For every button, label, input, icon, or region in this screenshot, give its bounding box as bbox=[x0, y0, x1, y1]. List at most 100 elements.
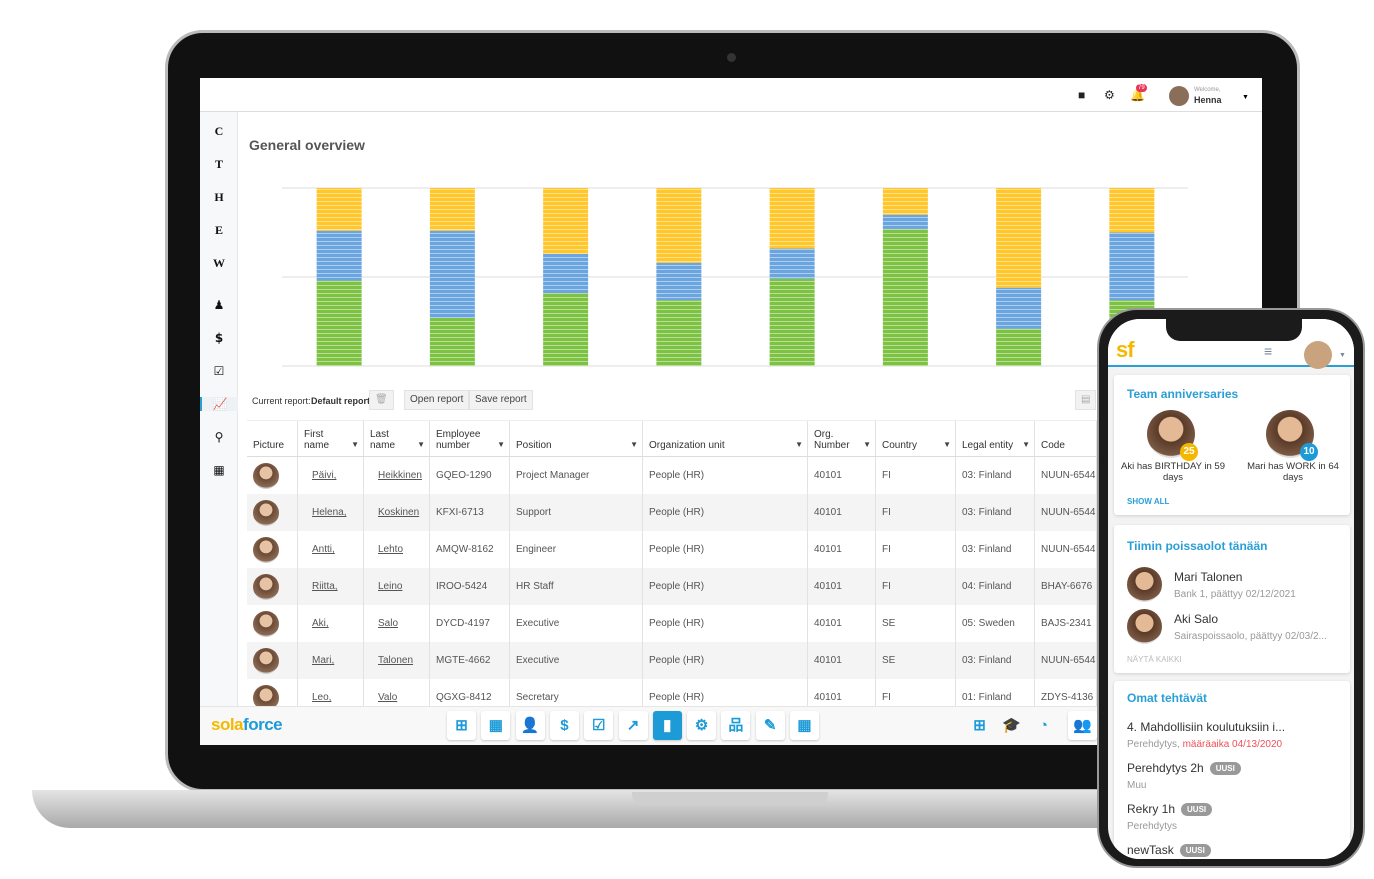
bar-segment-yellow[interactable] bbox=[429, 188, 475, 231]
filter-icon[interactable]: ▼ bbox=[497, 439, 505, 450]
org-chart-icon[interactable]: ⚲ bbox=[200, 430, 238, 444]
bar-segment-green[interactable] bbox=[543, 293, 589, 366]
column-header[interactable]: Picture bbox=[247, 421, 298, 456]
checkbox-icon[interactable]: ☑ bbox=[584, 711, 614, 740]
years-badge: 25 bbox=[1180, 443, 1198, 461]
years-badge: 10 bbox=[1300, 443, 1318, 461]
bar-segment-blue[interactable] bbox=[429, 230, 475, 318]
dashboard-add-icon[interactable]: ⊞ bbox=[447, 711, 476, 740]
bar-segment-green[interactable] bbox=[769, 278, 815, 366]
column-header[interactable]: Position ▼ bbox=[510, 421, 643, 456]
bar-segment-green[interactable] bbox=[316, 280, 362, 366]
task-title[interactable]: Rekry 1h bbox=[1127, 802, 1175, 816]
table-row[interactable]: Riitta, Leino IROO-5424 HR Staff People (HR)… bbox=[247, 568, 1097, 605]
column-header[interactable]: Code bbox=[1035, 421, 1097, 456]
task-sub: Perehdytys bbox=[1127, 821, 1178, 832]
absence-detail: Bank 1, päättyy 02/12/2021 bbox=[1174, 589, 1296, 600]
column-header[interactable]: Organization unit ▼ bbox=[643, 421, 808, 456]
bar-segment-blue[interactable] bbox=[543, 253, 589, 294]
grid-icon[interactable]: ▦ bbox=[481, 711, 511, 740]
save-report-button[interactable]: Save report bbox=[469, 390, 533, 410]
filter-icon[interactable]: ▼ bbox=[863, 439, 871, 450]
hamburger-menu-icon[interactable]: ≡ bbox=[1264, 343, 1272, 359]
task-title[interactable]: Perehdytys 2h bbox=[1127, 761, 1204, 775]
bar-segment-yellow[interactable] bbox=[656, 188, 702, 263]
team-absences-card: Tiimin poissaolot tänään Mari Talonen Ba… bbox=[1114, 525, 1350, 673]
filter-icon[interactable]: ▼ bbox=[1022, 439, 1030, 450]
column-header[interactable]: Org. Number ▼ bbox=[808, 421, 876, 456]
export-icon[interactable]: ▤ bbox=[1075, 390, 1097, 410]
table-cell: KFXI-6713 bbox=[430, 494, 510, 531]
bar-segment-blue[interactable] bbox=[996, 287, 1042, 329]
sf-logo[interactable]: sf bbox=[1116, 337, 1135, 363]
bar-segment-yellow[interactable] bbox=[769, 188, 815, 249]
bar-chart-icon[interactable]: ▮ bbox=[652, 711, 682, 740]
dashboard-add-icon[interactable]: ⊞ bbox=[965, 711, 994, 740]
filter-icon[interactable]: ▼ bbox=[630, 439, 638, 450]
gears-icon[interactable]: ⚙ bbox=[687, 711, 717, 740]
table-row[interactable]: Aki, Salo DYCD-4197 Executive People (HR) 401… bbox=[247, 605, 1097, 642]
table-cell bbox=[247, 531, 298, 568]
delete-report-button[interactable]: 🗑 bbox=[369, 390, 394, 410]
table-cell: FI bbox=[876, 568, 956, 605]
table-row[interactable]: Mari, Talonen MGTE-4662 Executive People (HR… bbox=[247, 642, 1097, 679]
table-row[interactable]: Helena, Koskinen KFXI-6713 Support People (H… bbox=[247, 494, 1097, 531]
bar-segment-green[interactable] bbox=[882, 228, 928, 366]
show-all-link[interactable]: NÄYTÄ KAIKKI bbox=[1127, 655, 1182, 664]
bar-segment-blue[interactable] bbox=[769, 248, 815, 279]
bar-segment-green[interactable] bbox=[429, 317, 475, 366]
column-header[interactable]: Employee number ▼ bbox=[430, 421, 510, 456]
table-cell: 03: Finland bbox=[956, 457, 1035, 494]
table-cell: FI bbox=[876, 457, 956, 494]
bar-segment-green[interactable] bbox=[656, 300, 702, 366]
user-icon[interactable]: 👤 bbox=[515, 711, 545, 740]
filter-icon[interactable]: ▼ bbox=[943, 439, 951, 450]
line-chart-icon[interactable]: ↗ bbox=[618, 711, 648, 740]
bar-segment-blue[interactable] bbox=[1109, 232, 1155, 301]
bar-segment-yellow[interactable] bbox=[316, 188, 362, 231]
table-cell: Engineer bbox=[510, 531, 643, 568]
open-report-button[interactable]: Open report bbox=[404, 390, 470, 410]
table-cell bbox=[247, 568, 298, 605]
table-cell: FI bbox=[876, 531, 956, 568]
avatar[interactable] bbox=[1304, 341, 1332, 369]
bar-segment-yellow[interactable] bbox=[882, 188, 928, 215]
bar-segment-yellow[interactable] bbox=[996, 188, 1042, 288]
calendar-icon[interactable]: ▦ bbox=[200, 463, 238, 477]
table-cell: 40101 bbox=[808, 605, 876, 642]
filter-icon[interactable]: ▼ bbox=[351, 439, 359, 450]
edit-icon[interactable]: ✎ bbox=[755, 711, 785, 740]
column-header[interactable]: Country ▼ bbox=[876, 421, 956, 456]
solaforce-logo[interactable]: solaforce bbox=[211, 715, 283, 735]
graduation-cap-icon[interactable]: 🎓 bbox=[997, 711, 1026, 740]
org-chart-icon[interactable]: 品 bbox=[721, 711, 751, 740]
dollar-icon[interactable]: $ bbox=[549, 711, 579, 740]
column-header[interactable]: Legal entity ▼ bbox=[956, 421, 1035, 456]
filter-icon[interactable]: ▼ bbox=[795, 439, 803, 450]
team-icon[interactable]: 👥 bbox=[1068, 711, 1097, 740]
table-cell: IROO-5424 bbox=[430, 568, 510, 605]
table-row[interactable]: Antti, Lehto AMQW-8162 Engineer People (HR) 4… bbox=[247, 531, 1097, 568]
bar-segment-blue[interactable] bbox=[656, 262, 702, 301]
chevron-down-icon[interactable]: ▼ bbox=[1339, 352, 1346, 359]
show-all-link[interactable]: SHOW ALL bbox=[1127, 497, 1169, 506]
column-header[interactable]: First name ▼ bbox=[298, 421, 364, 456]
calendar-icon[interactable]: ▦ bbox=[790, 711, 819, 740]
bar-segment-yellow[interactable] bbox=[543, 188, 589, 254]
table-cell: Koskinen bbox=[364, 494, 430, 531]
column-header[interactable]: Last name ▼ bbox=[364, 421, 430, 456]
bar-segment-blue[interactable] bbox=[882, 214, 928, 229]
bar-segment-yellow[interactable] bbox=[1109, 188, 1155, 233]
table-row[interactable]: Päivi, Heikkinen GQEO-1290 Project Manager P… bbox=[247, 457, 1097, 494]
table-cell: Executive bbox=[510, 605, 643, 642]
avatar bbox=[1127, 609, 1162, 644]
phone-screen: sf ≡ ▼ Team anniversaries 25 Aki has BIR… bbox=[1108, 319, 1354, 859]
bar-segment-green[interactable] bbox=[996, 328, 1042, 366]
filter-icon[interactable]: ▼ bbox=[417, 439, 425, 450]
task-title[interactable]: 4. Mahdollisiin koulutuksiin i... bbox=[1127, 720, 1285, 734]
task-title[interactable]: newTask bbox=[1127, 843, 1174, 857]
table-cell: People (HR) bbox=[643, 642, 808, 679]
line-chart-icon[interactable]: 📈 bbox=[200, 397, 238, 411]
gauge-icon[interactable]: ◔ bbox=[1029, 711, 1058, 740]
bar-segment-blue[interactable] bbox=[316, 230, 362, 281]
